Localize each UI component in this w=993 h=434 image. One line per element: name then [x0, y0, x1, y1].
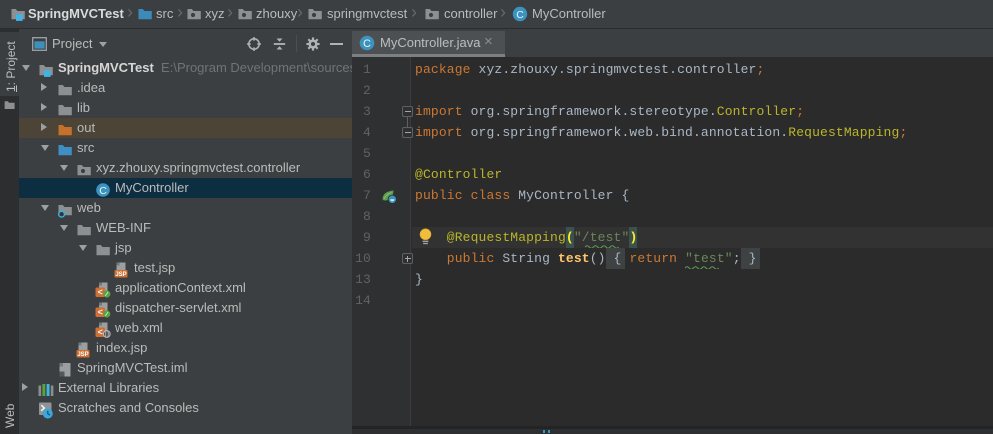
svg-text:<: <	[97, 308, 102, 318]
svg-text:<: <	[97, 288, 102, 298]
svg-text:C: C	[363, 38, 371, 50]
svg-text:C: C	[99, 185, 107, 197]
svg-text:<: <	[97, 328, 102, 338]
svg-text:C: C	[516, 9, 524, 21]
